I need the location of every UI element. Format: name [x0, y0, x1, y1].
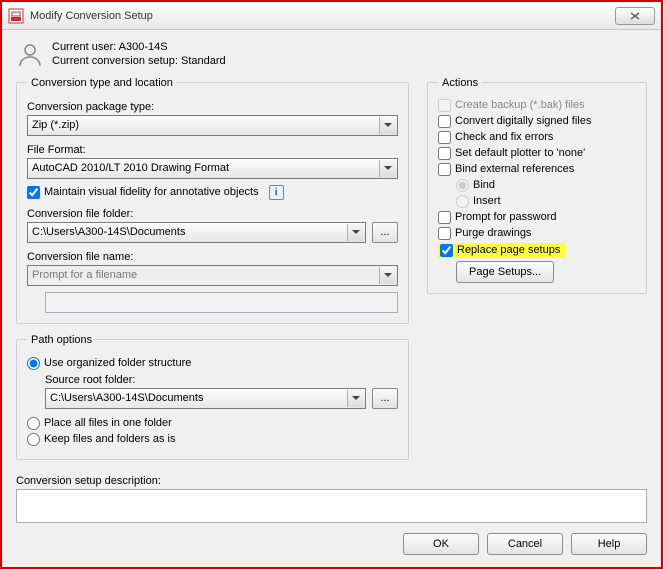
current-setup-label: Current conversion setup: Standard [52, 54, 226, 68]
dialog-window: Modify Conversion Setup Current user: A3… [2, 2, 661, 567]
visual-fidelity-checkbox[interactable] [27, 186, 40, 199]
prompt-password-checkbox[interactable] [438, 211, 451, 224]
keep-as-is-radio[interactable] [27, 433, 40, 446]
bind-external-checkbox[interactable] [438, 163, 451, 176]
conversion-folder-select[interactable]: C:\Users\A300-14S\Documents [27, 222, 366, 243]
ok-button[interactable]: OK [403, 533, 479, 555]
check-fix-label: Check and fix errors [455, 131, 553, 143]
current-user-label: Current user: A300-14S [52, 40, 226, 54]
help-button[interactable]: Help [571, 533, 647, 555]
conversion-name-select[interactable]: Prompt for a filename [27, 265, 398, 286]
user-info-row: Current user: A300-14S Current conversio… [16, 40, 647, 69]
cancel-button[interactable]: Cancel [487, 533, 563, 555]
type-location-group: Conversion type and location Conversion … [16, 77, 409, 324]
insert-radio [456, 195, 469, 208]
chevron-down-icon [379, 267, 396, 284]
place-one-folder-radio[interactable] [27, 417, 40, 430]
actions-group: Actions Create backup (*.bak) files Conv… [427, 77, 647, 294]
place-one-folder-label: Place all files in one folder [44, 417, 172, 429]
purge-drawings-label: Purge drawings [455, 227, 531, 239]
chevron-down-icon [379, 117, 396, 134]
type-location-legend: Conversion type and location [27, 77, 177, 89]
convert-signed-label: Convert digitally signed files [455, 115, 591, 127]
prompt-password-label: Prompt for password [455, 211, 556, 223]
conversion-name-value: Prompt for a filename [32, 269, 137, 281]
description-input[interactable] [16, 489, 647, 523]
app-icon [8, 8, 24, 24]
path-options-legend: Path options [27, 334, 96, 346]
window-title: Modify Conversion Setup [30, 10, 615, 22]
convert-signed-checkbox[interactable] [438, 115, 451, 128]
default-plotter-checkbox[interactable] [438, 147, 451, 160]
source-root-label: Source root folder: [45, 374, 398, 386]
actions-legend: Actions [438, 77, 482, 89]
package-type-value: Zip (*.zip) [32, 119, 79, 131]
purge-drawings-checkbox[interactable] [438, 227, 451, 240]
conversion-name-input [45, 292, 398, 313]
check-fix-checkbox[interactable] [438, 131, 451, 144]
chevron-down-icon [379, 160, 396, 177]
conversion-folder-value: C:\Users\A300-14S\Documents [32, 226, 185, 238]
replace-page-setups-checkbox[interactable] [440, 244, 453, 257]
keep-as-is-label: Keep files and folders as is [44, 433, 175, 445]
create-backup-checkbox [438, 99, 451, 112]
replace-page-setups-label: Replace page setups [457, 244, 560, 256]
conversion-name-label: Conversion file name: [27, 251, 398, 263]
bind-label: Bind [473, 179, 495, 191]
chevron-down-icon [347, 390, 364, 407]
page-setups-button[interactable]: Page Setups... [456, 261, 554, 283]
source-root-select[interactable]: C:\Users\A300-14S\Documents [45, 388, 366, 409]
package-type-label: Conversion package type: [27, 101, 398, 113]
description-label: Conversion setup description: [16, 475, 647, 487]
browse-source-button[interactable]: ... [372, 388, 398, 409]
file-format-select[interactable]: AutoCAD 2010/LT 2010 Drawing Format [27, 158, 398, 179]
use-organized-radio[interactable] [27, 357, 40, 370]
titlebar: Modify Conversion Setup [2, 2, 661, 30]
close-icon [630, 12, 640, 20]
info-icon[interactable]: i [269, 185, 284, 200]
visual-fidelity-label: Maintain visual fidelity for annotative … [44, 186, 259, 198]
conversion-folder-label: Conversion file folder: [27, 208, 398, 220]
chevron-down-icon [347, 224, 364, 241]
default-plotter-label: Set default plotter to 'none' [455, 147, 585, 159]
insert-label: Insert [473, 195, 501, 207]
source-root-value: C:\Users\A300-14S\Documents [50, 392, 203, 404]
bind-external-label: Bind external references [455, 163, 574, 175]
path-options-group: Path options Use organized folder struct… [16, 334, 409, 460]
file-format-label: File Format: [27, 144, 398, 156]
bind-radio [456, 179, 469, 192]
browse-folder-button[interactable]: ... [372, 222, 398, 243]
package-type-select[interactable]: Zip (*.zip) [27, 115, 398, 136]
close-button[interactable] [615, 7, 655, 25]
use-organized-label: Use organized folder structure [44, 357, 191, 369]
user-icon [16, 40, 44, 68]
file-format-value: AutoCAD 2010/LT 2010 Drawing Format [32, 162, 229, 174]
dialog-footer: OK Cancel Help [2, 523, 661, 567]
create-backup-label: Create backup (*.bak) files [455, 99, 585, 111]
